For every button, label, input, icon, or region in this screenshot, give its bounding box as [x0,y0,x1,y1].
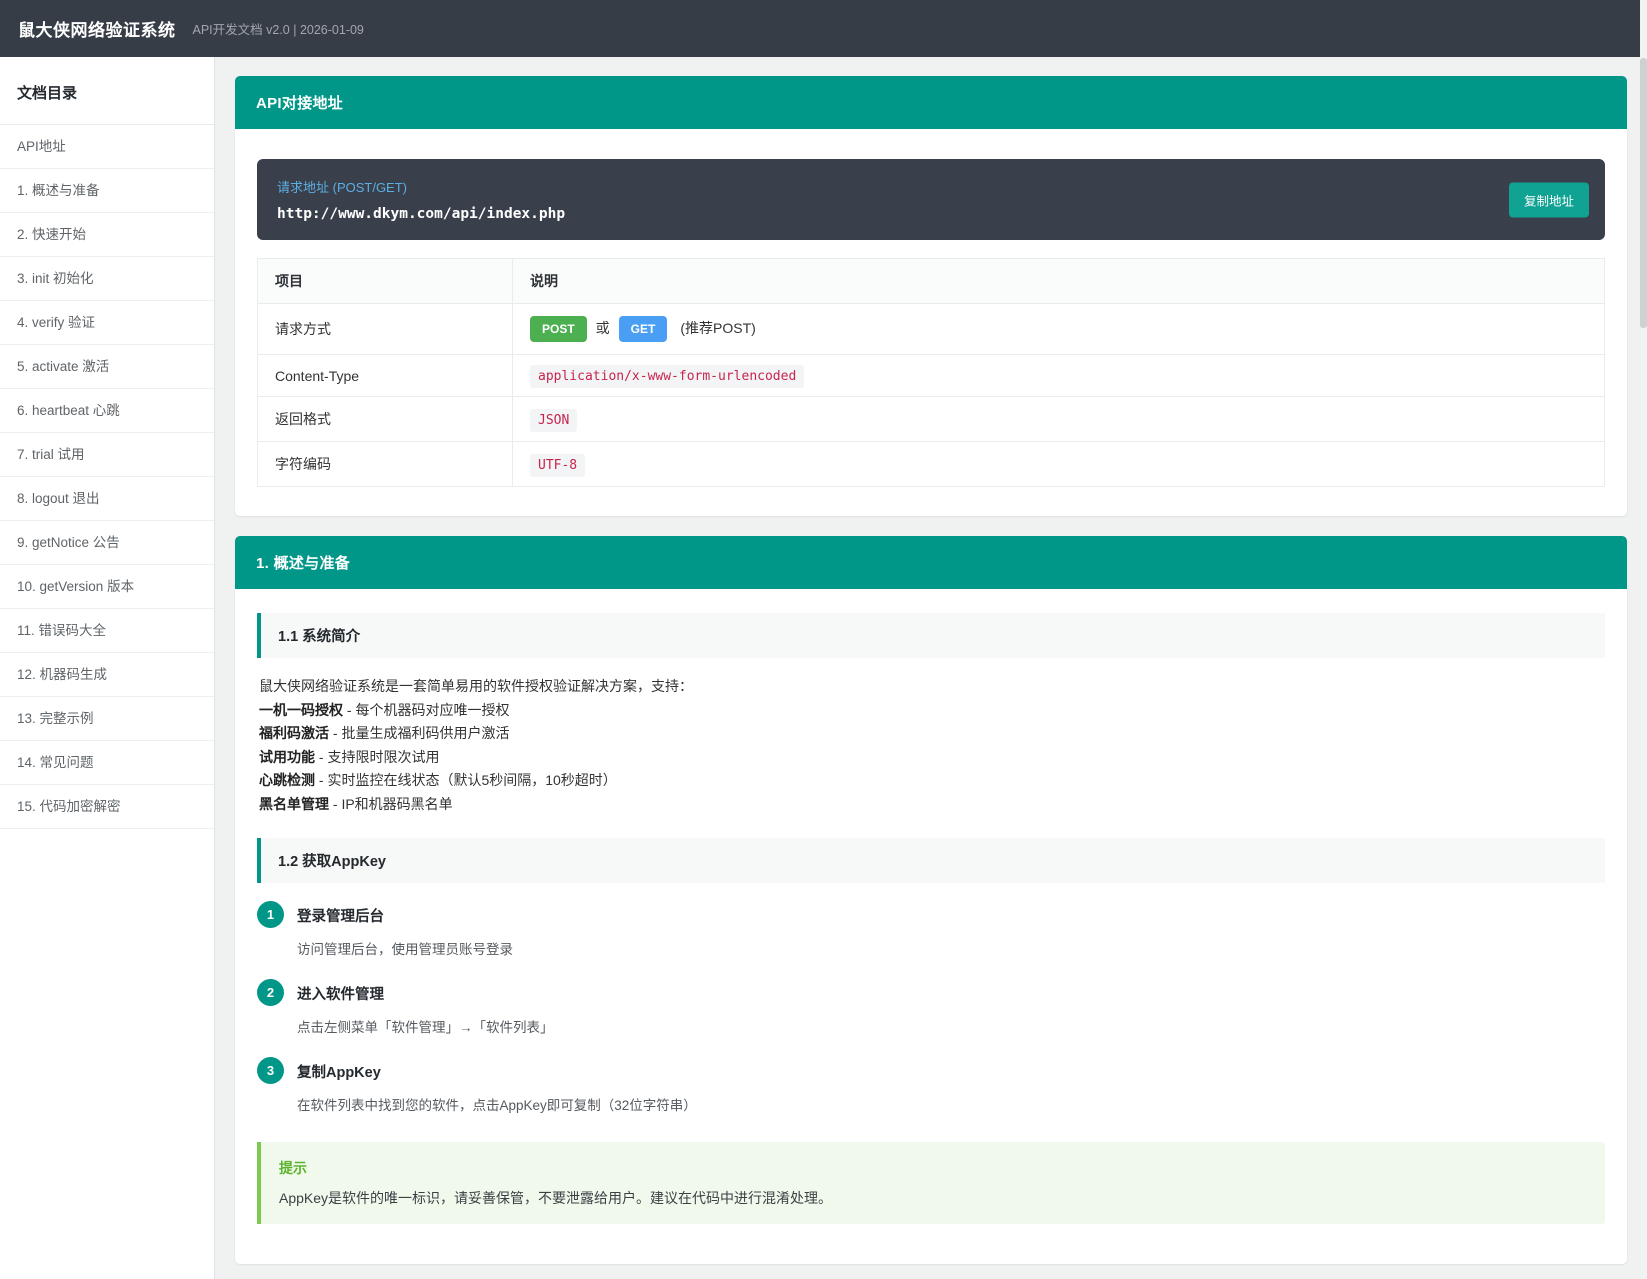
tip-title: 提示 [279,1158,1587,1178]
tip-text: AppKey是软件的唯一标识，请妥善保管，不要泄露给用户。建议在代码中进行混淆处… [279,1188,1587,1208]
sidebar-item-init[interactable]: 3. init 初始化 [0,257,214,301]
top-header-bar: 鼠大侠网络验证系统 API开发文档 v2.0 | 2026-01-09 [0,0,1647,57]
api-info-table: 项目 说明 请求方式 POST或GET(推荐POST) Content-Ty [257,258,1605,487]
copy-address-button[interactable]: 复制地址 [1509,182,1589,217]
intro-line: 鼠大侠网络验证系统是一套简单易用的软件授权验证解决方案，支持： [259,675,1603,699]
table-header-row: 项目 说明 [258,259,1605,304]
sidebar-item-getnotice[interactable]: 9. getNotice 公告 [0,521,214,565]
step-title: 进入软件管理 [297,978,554,1004]
app-title: 鼠大侠网络验证系统 [18,16,176,41]
table-row-content-type: Content-Type application/x-www-form-urle… [258,355,1605,397]
feature-item: 一机一码授权 - 每个机器码对应唯一授权 [259,699,1603,723]
get-badge: GET [619,316,668,342]
table-row-format: 返回格式 JSON [258,397,1605,442]
format-code: JSON [530,409,577,432]
row-method-value: POST 或 GET (推荐POST) [513,304,1605,355]
post-badge: POST [530,316,587,342]
sidebar-item-trial[interactable]: 7. trial 试用 [0,433,214,477]
sidebar-title: 文档目录 [0,57,214,125]
step-number-badge: 2 [257,979,284,1006]
charset-code: UTF-8 [530,454,585,477]
card-section-overview: 1. 概述与准备 1.1 系统简介 鼠大侠网络验证系统是一套简单易用的软件授权验… [235,536,1627,1264]
step-description: 点击左侧菜单「软件管理」→「软件列表」 [297,1016,554,1036]
row-charset-name: 字符编码 [258,442,513,487]
api-url-codeblock: 请求地址 (POST/GET) http://www.dkym.com/api/… [257,159,1605,240]
scrollbar-thumb[interactable] [1640,58,1647,328]
step-number-badge: 3 [257,1057,284,1084]
sidebar-item-heartbeat[interactable]: 6. heartbeat 心跳 [0,389,214,433]
or-text: 或 [596,320,610,336]
content-type-code: application/x-www-form-urlencoded [530,365,804,388]
card-api-address: API对接地址 请求地址 (POST/GET) http://www.dkym.… [235,76,1627,516]
feature-item: 心跳检测 - 实时监控在线状态（默认5秒间隔，10秒超时） [259,769,1603,793]
step-item: 3 复制AppKey 在软件列表中找到您的软件，点击AppKey即可复制（32位… [257,1056,1605,1114]
step-description: 访问管理后台，使用管理员账号登录 [297,938,513,958]
step-title: 复制AppKey [297,1056,697,1082]
card-api-address-body: 请求地址 (POST/GET) http://www.dkym.com/api/… [235,129,1627,516]
system-intro-paragraph: 鼠大侠网络验证系统是一套简单易用的软件授权验证解决方案，支持： 一机一码授权 -… [259,675,1603,816]
sidebar-item-api[interactable]: API地址 [0,125,214,169]
sidebar-item-faq[interactable]: 14. 常见问题 [0,741,214,785]
sidebar-item-examples[interactable]: 13. 完整示例 [0,697,214,741]
row-format-value: JSON [513,397,1605,442]
sidebar-item-logout[interactable]: 8. logout 退出 [0,477,214,521]
row-charset-value: UTF-8 [513,442,1605,487]
sidebar-item-getversion[interactable]: 10. getVersion 版本 [0,565,214,609]
row-content-type-name: Content-Type [258,355,513,397]
page-layout: 文档目录 API地址 1. 概述与准备 2. 快速开始 3. init 初始化 … [0,57,1647,1279]
row-format-name: 返回格式 [258,397,513,442]
sidebar-item-encryption[interactable]: 15. 代码加密解密 [0,785,214,829]
feature-item: 黑名单管理 - IP和机器码黑名单 [259,793,1603,817]
sidebar-item-overview[interactable]: 1. 概述与准备 [0,169,214,213]
sidebar-item-activate[interactable]: 5. activate 激活 [0,345,214,389]
table-row-charset: 字符编码 UTF-8 [258,442,1605,487]
subsection-1-1-title: 1.1 系统简介 [257,613,1605,658]
sidebar-item-errorcodes[interactable]: 11. 错误码大全 [0,609,214,653]
sidebar-item-quickstart[interactable]: 2. 快速开始 [0,213,214,257]
feature-item: 试用功能 - 支持限时限次试用 [259,746,1603,770]
api-url-value: http://www.dkym.com/api/index.php [277,206,1585,222]
app-subtitle: API开发文档 v2.0 | 2026-01-09 [193,19,364,38]
step-item: 2 进入软件管理 点击左侧菜单「软件管理」→「软件列表」 [257,978,1605,1036]
main-content: API对接地址 请求地址 (POST/GET) http://www.dkym.… [215,57,1647,1279]
method-note: (推荐POST) [680,320,755,336]
sidebar-toc: 文档目录 API地址 1. 概述与准备 2. 快速开始 3. init 初始化 … [0,57,215,1279]
step-description: 在软件列表中找到您的软件，点击AppKey即可复制（32位字符串） [297,1094,697,1114]
tip-box: 提示 AppKey是软件的唯一标识，请妥善保管，不要泄露给用户。建议在代码中进行… [257,1142,1605,1224]
row-content-type-value: application/x-www-form-urlencoded [513,355,1605,397]
api-url-label: 请求地址 (POST/GET) [277,177,1585,196]
row-method-name: 请求方式 [258,304,513,355]
feature-item: 福利码激活 - 批量生成福利码供用户激活 [259,722,1603,746]
subsection-1-2-title: 1.2 获取AppKey [257,838,1605,883]
step-title: 登录管理后台 [297,900,513,926]
step-number-badge: 1 [257,901,284,928]
table-row-method: 请求方式 POST 或 GET (推荐POST) [258,304,1605,355]
sidebar-item-verify[interactable]: 4. verify 验证 [0,301,214,345]
sidebar-item-machinecode[interactable]: 12. 机器码生成 [0,653,214,697]
section1-body: 1.1 系统简介 鼠大侠网络验证系统是一套简单易用的软件授权验证解决方案，支持：… [235,589,1627,1264]
step-item: 1 登录管理后台 访问管理后台，使用管理员账号登录 [257,900,1605,958]
card-api-address-title: API对接地址 [235,76,1627,129]
table-header-item: 项目 [258,259,513,304]
section1-title: 1. 概述与准备 [235,536,1627,589]
table-header-desc: 说明 [513,259,1605,304]
scrollbar-track[interactable] [1640,0,1647,1279]
